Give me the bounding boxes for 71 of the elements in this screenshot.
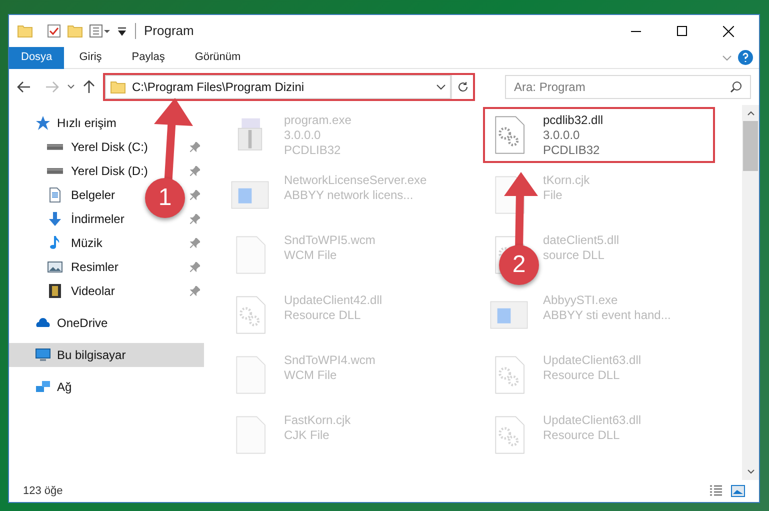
- dropdown-icon[interactable]: [117, 26, 127, 36]
- file-detail: Resource DLL: [543, 428, 621, 443]
- film-icon: [47, 283, 63, 299]
- pin-icon: [190, 142, 200, 152]
- thumbnail-view-icon[interactable]: [731, 485, 745, 497]
- drive-icon: [47, 144, 63, 150]
- file-detail: Resource DLL: [284, 308, 362, 323]
- sidebar-item[interactable]: Belgeler: [9, 183, 120, 207]
- pin-icon: [190, 286, 200, 296]
- scroll-thumb[interactable]: [743, 121, 758, 171]
- pin-icon: [190, 166, 200, 176]
- sidebar-item[interactable]: OneDrive: [9, 311, 112, 335]
- details-view-icon[interactable]: [709, 485, 723, 497]
- chevron-down-icon[interactable]: [67, 83, 75, 91]
- chevron-down-icon[interactable]: [436, 82, 446, 92]
- ribbon-tab[interactable]: Dosya: [9, 46, 64, 68]
- document-icon: [47, 187, 63, 203]
- file-detail: ABBYY sti event hand...: [543, 308, 671, 323]
- computer-icon: [35, 347, 51, 363]
- file-detail: WCM File: [284, 248, 338, 263]
- item-count: 123 öğe: [23, 484, 63, 499]
- pin-icon: [190, 214, 200, 224]
- drive-icon: [47, 168, 63, 174]
- refresh-icon: [456, 81, 468, 93]
- download-icon: [47, 211, 63, 227]
- address-field[interactable]: C:\Program Files\Program Dizini: [105, 75, 451, 99]
- sidebar-item[interactable]: Videolar: [9, 279, 119, 303]
- help-icon[interactable]: [738, 50, 753, 65]
- search-field[interactable]: Ara: Program: [505, 75, 751, 99]
- back-arrow-icon[interactable]: [17, 81, 31, 93]
- sidebar-item[interactable]: Müzik: [9, 231, 106, 255]
- ribbon-tab[interactable]: Giriş: [64, 46, 117, 68]
- scroll-up-icon[interactable]: [746, 109, 754, 117]
- window-title: Program: [144, 22, 194, 40]
- star-icon: [35, 115, 51, 131]
- scroll-down-icon[interactable]: [746, 468, 754, 476]
- file-detail: File: [543, 188, 564, 203]
- file-name[interactable]: pcdlib32.dll: [543, 113, 604, 128]
- sidebar-item[interactable]: Ağ: [9, 375, 76, 399]
- address-path: C:\Program Files\Program Dizini: [132, 79, 304, 96]
- picture-icon: [47, 259, 63, 275]
- pin-icon: [190, 262, 200, 272]
- folder-icon: [110, 80, 126, 94]
- network-icon: [35, 379, 51, 395]
- file-detail: WCM File: [284, 368, 338, 383]
- file-detail: PCDLIB32: [284, 143, 342, 158]
- sidebar-item[interactable]: Hızlı erişim: [9, 111, 120, 135]
- pin-icon: [190, 238, 200, 248]
- file-detail: CJK File: [284, 428, 330, 443]
- up-arrow-icon[interactable]: [83, 80, 95, 94]
- file-detail: 3.0.0.0: [284, 128, 322, 143]
- properties-icon[interactable]: [89, 24, 111, 38]
- file-detail: ABBYY network licens...: [284, 188, 414, 203]
- folder-icon: [17, 24, 33, 38]
- file-detail: Resource DLL: [543, 368, 621, 383]
- checklist-icon: [47, 24, 61, 38]
- pin-icon: [190, 190, 200, 200]
- search-input[interactable]: Ara: Program: [514, 78, 730, 96]
- ribbon-tab[interactable]: Görünüm: [180, 46, 256, 68]
- search-icon: [730, 81, 742, 93]
- folder-icon: [67, 24, 83, 38]
- close-icon: [722, 26, 734, 36]
- file-detail: source DLL: [543, 248, 606, 263]
- sidebar-item[interactable]: Yerel Disk (C:): [9, 135, 152, 159]
- file-detail: 3.0.0.0: [543, 128, 581, 143]
- ribbon-tab[interactable]: Paylaş: [116, 46, 180, 68]
- file-detail: PCDLIB32: [543, 143, 601, 158]
- sidebar-item[interactable]: Resimler: [9, 255, 122, 279]
- sidebar-item[interactable]: Bu bilgisayar: [9, 343, 204, 367]
- sidebar-item[interactable]: İndirmeler: [9, 207, 128, 231]
- scrollbar[interactable]: [742, 105, 759, 480]
